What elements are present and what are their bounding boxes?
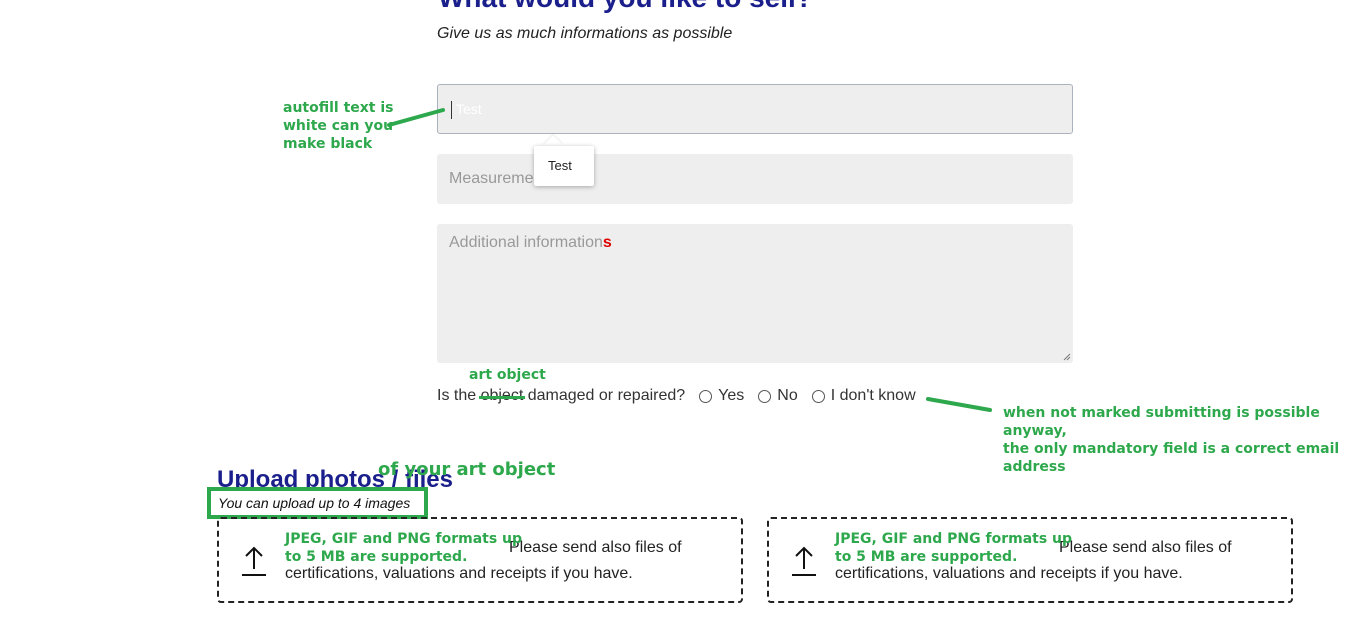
additional-info-placeholder: Additional information <box>449 234 603 251</box>
radio-no[interactable] <box>758 389 772 403</box>
damaged-question-suffix: damaged or repaired? <box>523 387 686 404</box>
autofill-annotation: autofill text is white can you make blac… <box>283 99 394 153</box>
radio-yes-label[interactable]: Yes <box>718 387 744 405</box>
art-object-annotation: art object <box>469 367 546 383</box>
title-input[interactable]: Test <box>437 84 1073 134</box>
radio-annotation-line2: the only mandatory field is a correct em… <box>1003 441 1340 457</box>
radio-annotation: when not marked submitting is possible a… <box>1003 404 1368 476</box>
radio-dont-know[interactable] <box>811 389 825 403</box>
form-heading: What would you like to sell? <box>438 0 813 14</box>
autofill-annotation-line1: autofill text is <box>283 100 394 116</box>
form-subtitle: Give us as much informations as possible <box>437 25 733 42</box>
formats-annotation-line1: JPEG, GIF and PNG formats up <box>835 531 1073 547</box>
additional-info-textarea[interactable]: Additional informations <box>437 224 1073 363</box>
upload-dropzone-2[interactable]: Please send also files of certifications… <box>767 517 1293 603</box>
damaged-question-row: Is the object damaged or repaired? Yes N… <box>437 387 916 405</box>
measurements-input[interactable]: Measurements <box>437 154 1073 204</box>
radio-dont-know-label[interactable]: I don't know <box>831 387 916 405</box>
dropzone-text-line1: Please send also files of <box>1059 539 1232 556</box>
dropzone-text-line1: Please send also files of <box>509 539 682 556</box>
upload-title-annotation: of your art object <box>378 459 556 480</box>
autofill-annotation-line3: make black <box>283 136 373 152</box>
autofill-option[interactable]: Test <box>548 158 572 173</box>
annotation-pointer-line <box>926 397 992 412</box>
radio-yes[interactable] <box>699 389 713 403</box>
upload-limit-note: You can upload up to 4 images <box>207 487 428 519</box>
upload-arrow-icon <box>792 546 816 576</box>
resize-grip-icon[interactable] <box>1063 353 1071 361</box>
formats-annotation-line1: JPEG, GIF and PNG formats up <box>285 531 523 547</box>
damaged-question-prefix: Is the <box>437 387 481 404</box>
formats-annotation-line2: to 5 MB are supported. <box>835 549 1018 565</box>
radio-no-label[interactable]: No <box>777 387 797 405</box>
additional-info-placeholder-suffix: s <box>602 234 612 251</box>
dropzone-text-line2: certifications, valuations and receipts … <box>835 565 1183 582</box>
damaged-question-struck-word: object <box>478 387 525 404</box>
formats-annotation: JPEG, GIF and PNG formats up to 5 MB are… <box>835 530 1072 566</box>
radio-annotation-line3: address <box>1003 459 1066 475</box>
radio-annotation-line1: when not marked submitting is possible a… <box>1003 405 1320 439</box>
formats-annotation-line2: to 5 MB are supported. <box>285 549 468 565</box>
dropzone-text-line2: certifications, valuations and receipts … <box>285 565 633 582</box>
annotation-pointer-line <box>387 108 445 127</box>
autofill-ghost-text: Test <box>456 101 482 117</box>
upload-dropzone-1[interactable]: Please send also files of certifications… <box>217 517 743 603</box>
upload-arrow-icon <box>242 546 266 576</box>
autofill-annotation-line2: white can you <box>283 118 394 134</box>
text-caret <box>451 101 452 119</box>
formats-annotation: JPEG, GIF and PNG formats up to 5 MB are… <box>285 530 522 566</box>
